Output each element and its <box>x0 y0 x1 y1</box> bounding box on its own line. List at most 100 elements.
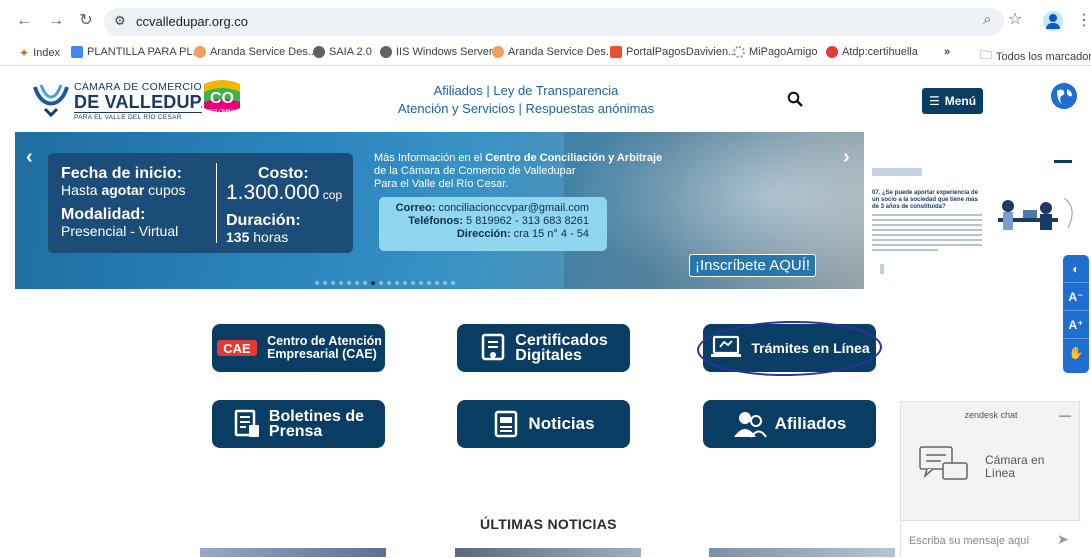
all-bookmarks[interactable]: 🗀Todos los marcadores <box>980 46 1091 67</box>
more-bookmarks[interactable]: » <box>944 46 950 58</box>
cae-label: Centro de Atención Empresarial (CAE) <box>267 334 382 361</box>
news-section-title: ÚLTIMAS NOTICIAS <box>480 516 617 532</box>
chat-minimize-button[interactable]: — <box>1059 408 1071 422</box>
side-slide-preview[interactable]: 07. ¿Se puede aportar experiencia de un … <box>864 132 1091 289</box>
carousel-dot[interactable] <box>363 281 367 285</box>
zendesk-chat-widget[interactable]: zendesk chat — Cámara en Línea Escriba su… <box>900 401 1081 558</box>
slide-bar <box>1054 160 1072 163</box>
contact-box: Correo: conciliacionccvpar@gmail.com Tel… <box>379 197 607 251</box>
carousel-dot[interactable] <box>395 281 399 285</box>
modalidad-label: Modalidad: <box>61 206 146 223</box>
browser-menu-icon[interactable]: ⋮ <box>1076 10 1091 30</box>
url-text: ccvalledupar.org.co <box>136 14 249 29</box>
bookmark-atdp[interactable]: Atdp:certihuella <box>826 46 918 58</box>
certificate-icon <box>482 333 505 361</box>
link-separator: | <box>486 83 490 98</box>
carousel-prev-icon[interactable]: ‹ <box>26 146 33 169</box>
hamburger-icon: ☰ <box>928 94 940 108</box>
slide-title: 07. ¿Se puede aportar experiencia de un … <box>872 190 979 210</box>
chat-placeholder: Escriba su mensaje aquí <box>909 535 1030 547</box>
noticias-label: Noticias <box>528 414 595 433</box>
sign-language-icon[interactable]: ✋ <box>1063 339 1089 367</box>
colombia-co-logo: CO COLOMBIA <box>202 78 242 118</box>
carousel-dot[interactable] <box>419 281 423 285</box>
cae-button[interactable]: CAE Centro de Atención Empresarial (CAE) <box>212 324 385 372</box>
link-atencion[interactable]: Atención y Servicios <box>398 101 515 116</box>
address-bar[interactable]: ⚙ ccvalledupar.org.co <box>104 8 1004 36</box>
bookmark-index[interactable]: ✦ Index <box>19 46 60 60</box>
fecha-label: Fecha de inicio: <box>61 165 182 182</box>
bookmark-mipagoamigo[interactable]: MiPagoAmigo <box>733 46 817 58</box>
bookmark-aranda-2[interactable]: Aranda Service Des... <box>492 46 615 58</box>
send-icon[interactable]: ➤ <box>1057 531 1069 548</box>
telefonos-line: Teléfonos: 5 819962 - 313 683 8261 <box>408 215 589 227</box>
carousel-dot[interactable] <box>331 281 335 285</box>
news-thumbnail[interactable] <box>709 548 895 557</box>
bookmark-davivienda[interactable]: PortalPagosDavivien... <box>610 46 737 58</box>
boletines-button[interactable]: Boletines de Prensa <box>212 400 385 448</box>
font-decrease-icon[interactable]: A⁻ <box>1063 283 1089 311</box>
noticias-button[interactable]: Noticias <box>457 400 630 448</box>
carousel-dot[interactable] <box>443 281 447 285</box>
forward-icon[interactable]: → <box>46 11 66 31</box>
carousel-dot[interactable] <box>451 281 455 285</box>
carousel-dot-active[interactable] <box>371 281 375 285</box>
duracion-label: Duración: <box>226 212 301 229</box>
bookmark-aranda-1[interactable]: Aranda Service Des... <box>194 46 317 58</box>
users-icon <box>733 412 767 438</box>
boletines-label: Boletines de Prensa <box>268 408 365 440</box>
carousel-next-icon[interactable]: › <box>843 146 850 169</box>
ccv-logo-icon[interactable] <box>31 79 71 119</box>
carousel-dot[interactable] <box>347 281 351 285</box>
chat-header: zendesk chat <box>964 410 1018 420</box>
carousel-dot[interactable] <box>323 281 327 285</box>
font-increase-icon[interactable]: A⁺ <box>1063 311 1089 339</box>
co-logo-text: CO <box>210 90 234 107</box>
link-afiliados[interactable]: Afiliados <box>434 83 483 98</box>
link-respuestas[interactable]: Respuestas anónimas <box>526 101 655 116</box>
carousel-dot[interactable] <box>387 281 391 285</box>
bookmark-star-icon[interactable]: ☆ <box>1008 9 1022 29</box>
folder-icon: 🗀 <box>980 48 993 62</box>
search-icon[interactable] <box>787 91 803 107</box>
bookmark-iis[interactable]: IIS Windows Server <box>380 46 493 58</box>
menu-button[interactable]: ☰ Menú <box>922 88 983 114</box>
chat-status: Cámara en Línea <box>985 453 1045 480</box>
cae-logo-icon: CAE <box>217 340 258 356</box>
carousel-dot[interactable] <box>379 281 383 285</box>
newspaper-icon <box>495 410 518 438</box>
link-transparencia[interactable]: Ley de Transparencia <box>493 83 618 98</box>
hero-carousel[interactable]: ‹ › Fecha de inicio: Hasta agotar cupos … <box>15 132 864 289</box>
certificados-label: Certificados Digitales <box>515 332 608 364</box>
chat-bubbles-icon <box>919 446 968 480</box>
zoom-icon[interactable]: ⌕ <box>983 11 991 28</box>
reload-icon[interactable]: ↻ <box>76 11 96 31</box>
carousel-dot[interactable] <box>339 281 343 285</box>
afiliados-button[interactable]: Afiliados <box>703 400 876 448</box>
carousel-dot[interactable] <box>435 281 439 285</box>
site-info-icon[interactable]: ⚙ <box>114 13 126 29</box>
certificados-button[interactable]: Certificados Digitales <box>457 324 630 372</box>
correo-line: Correo: conciliacionccvpar@gmail.com <box>395 202 589 214</box>
language-globe-icon[interactable] <box>1051 83 1077 109</box>
carousel-dot[interactable] <box>355 281 359 285</box>
back-icon[interactable]: ← <box>14 11 34 31</box>
profile-avatar[interactable] <box>1043 11 1063 31</box>
inscribete-button[interactable]: ¡Inscríbete AQUÍ! <box>689 254 817 277</box>
bookmark-plantilla[interactable]: PLANTILLA PARA PL... <box>71 46 202 58</box>
carousel-dot[interactable] <box>411 281 415 285</box>
news-thumbnail[interactable] <box>200 548 386 557</box>
chat-message-input[interactable]: Escriba su mensaje aquí ➤ <box>901 520 1081 558</box>
costo-label: Costo: <box>258 165 309 182</box>
globe-icon <box>313 46 325 58</box>
carousel-dot[interactable] <box>427 281 431 285</box>
carousel-dot[interactable] <box>403 281 407 285</box>
news-thumbnail[interactable] <box>455 548 641 557</box>
bookmark-saia[interactable]: SAIA 2.0 <box>313 46 372 58</box>
slide-indicator <box>880 264 884 274</box>
slide-logos <box>872 168 922 176</box>
carousel-dot[interactable] <box>315 281 319 285</box>
doc-icon <box>71 46 83 58</box>
carousel-dots <box>315 281 455 285</box>
contrast-icon[interactable]: ◐ <box>1063 255 1089 283</box>
